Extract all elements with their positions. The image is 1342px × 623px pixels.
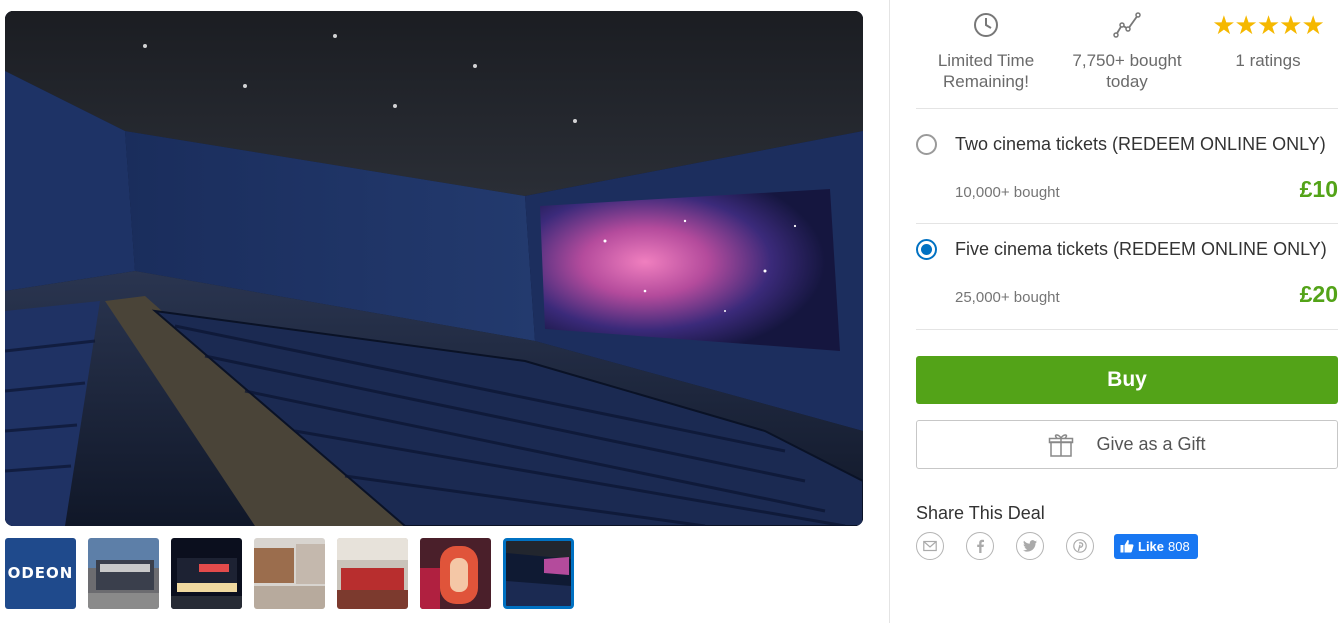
divider xyxy=(916,223,1338,224)
main-deal-image[interactable] xyxy=(5,11,863,526)
option-title: Five cinema tickets (REDEEM ONLINE ONLY) xyxy=(955,239,1327,259)
deal-stats: Limited Time Remaining! 7,750+ bought to… xyxy=(916,8,1338,100)
thumbs-up-icon xyxy=(1120,539,1134,553)
trend-icon xyxy=(1113,12,1141,38)
share-facebook-button[interactable] xyxy=(966,532,994,560)
auditorium-image xyxy=(5,11,863,526)
share-twitter-button[interactable] xyxy=(1016,532,1044,560)
option-radio-selected[interactable] xyxy=(916,239,937,260)
thumbnail-odeon-restaurant[interactable] xyxy=(337,538,408,609)
share-buttons: Like 808 xyxy=(916,532,1198,560)
odeon-logo-text: ODEON xyxy=(7,564,74,582)
facebook-like-button[interactable]: Like 808 xyxy=(1114,533,1198,559)
stat-ratings-label: 1 ratings xyxy=(1235,51,1301,70)
thumbnail-odeon-exterior-day[interactable] xyxy=(88,538,159,609)
give-as-gift-label: Give as a Gift xyxy=(1096,434,1206,454)
option-bought: 25,000+ bought xyxy=(955,289,1060,306)
facebook-icon xyxy=(977,539,984,553)
stat-ratings[interactable]: ★★★★★ 1 ratings xyxy=(1198,8,1338,71)
thumbnail-odeon-logo[interactable]: ODEON xyxy=(5,538,76,609)
mail-icon xyxy=(923,540,937,552)
option-two-tickets[interactable]: Two cinema tickets (REDEEM ONLINE ONLY) … xyxy=(916,124,1338,228)
thumbnail-odeon-foyer[interactable] xyxy=(254,538,325,609)
option-five-tickets[interactable]: Five cinema tickets (REDEEM ONLINE ONLY)… xyxy=(916,229,1338,333)
twitter-icon xyxy=(1023,540,1037,552)
star-rating: ★★★★★ xyxy=(1212,10,1325,40)
option-bought: 10,000+ bought xyxy=(955,184,1060,201)
thumbnail-strip: ODEON xyxy=(5,538,574,609)
stat-bought-label: 7,750+ bought today xyxy=(1072,51,1182,91)
share-mail-button[interactable] xyxy=(916,532,944,560)
thumbnail-auditorium[interactable] xyxy=(503,538,574,609)
buy-button[interactable]: Buy xyxy=(916,356,1338,404)
pinterest-icon xyxy=(1073,539,1087,553)
share-pinterest-button[interactable] xyxy=(1066,532,1094,560)
like-label: Like xyxy=(1138,538,1165,554)
option-price: £20 xyxy=(1299,281,1338,307)
gift-icon xyxy=(1049,433,1074,457)
column-divider xyxy=(889,0,890,623)
like-count: 808 xyxy=(1168,538,1190,554)
clock-icon xyxy=(974,13,998,37)
give-as-gift-button[interactable]: Give as a Gift xyxy=(916,420,1338,469)
option-radio[interactable] xyxy=(916,134,937,155)
stat-time: Limited Time Remaining! xyxy=(916,8,1056,92)
option-title: Two cinema tickets (REDEEM ONLINE ONLY) xyxy=(955,134,1326,154)
stat-bought: 7,750+ bought today xyxy=(1057,8,1197,92)
divider xyxy=(916,108,1338,109)
share-title: Share This Deal xyxy=(916,503,1045,523)
thumbnail-odeon-exterior-night[interactable] xyxy=(171,538,242,609)
stat-time-label: Limited Time Remaining! xyxy=(937,51,1035,91)
thumbnail-odeon-o-sign[interactable] xyxy=(420,538,491,609)
option-price: £10 xyxy=(1299,176,1338,202)
divider xyxy=(916,329,1338,330)
